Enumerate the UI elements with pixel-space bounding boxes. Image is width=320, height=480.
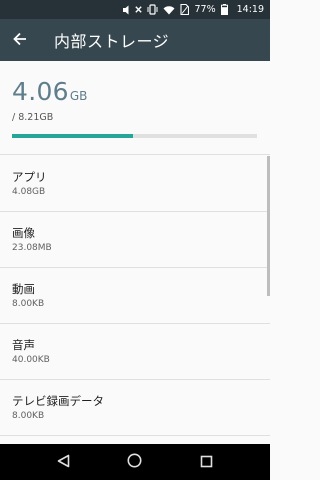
list-item-videos[interactable]: 動画 8.00KB	[0, 268, 270, 324]
close-icon	[135, 6, 143, 13]
list-item-size: 40.00KB	[12, 354, 50, 365]
nav-recents-button[interactable]	[186, 444, 226, 480]
list-item-label: 音声	[12, 337, 35, 352]
storage-summary: 4.06 GB / 8.21GB	[0, 61, 270, 155]
page-title: 内部ストレージ	[54, 32, 170, 51]
list-item-apps[interactable]: アプリ 4.08GB	[0, 156, 270, 212]
status-bar: 77% 14:19	[0, 0, 270, 19]
list-item-size: 8.00KB	[12, 410, 45, 421]
list-item-label: テレビ録画データ	[12, 393, 104, 408]
list-item-label: 動画	[12, 281, 35, 296]
app-bar: 内部ストレージ	[0, 19, 270, 61]
mute-icon	[123, 5, 134, 15]
home-circle-icon	[127, 453, 142, 472]
vibrate-icon	[147, 4, 158, 15]
battery-percent: 77%	[194, 4, 216, 15]
no-sim-icon	[180, 4, 190, 15]
storage-progress-fill	[12, 134, 134, 138]
wifi-icon	[163, 5, 175, 15]
clock: 14:19	[236, 4, 264, 15]
scrollbar[interactable]	[267, 156, 270, 296]
back-button[interactable]	[0, 19, 40, 61]
arrow-left-icon	[13, 31, 27, 50]
back-triangle-icon	[57, 453, 70, 472]
list-item-label: 画像	[12, 225, 35, 240]
total-storage: / 8.21GB	[12, 112, 54, 123]
navigation-bar	[0, 444, 270, 480]
list-item-size: 4.08GB	[12, 186, 46, 197]
list-item-tv-recordings[interactable]: テレビ録画データ 8.00KB	[0, 380, 270, 436]
list-item-size: 8.00KB	[12, 298, 45, 309]
list-item-images[interactable]: 画像 23.08MB	[0, 212, 270, 268]
storage-category-list: アプリ 4.08GB 画像 23.08MB 動画 8.00KB 音声 40.00…	[0, 156, 270, 436]
nav-back-button[interactable]	[44, 444, 84, 480]
used-storage: 4.06 GB	[12, 77, 87, 106]
used-storage-value: 4.06	[12, 77, 69, 106]
list-item-label: アプリ	[12, 169, 47, 184]
list-item-audio[interactable]: 音声 40.00KB	[0, 324, 270, 380]
used-storage-unit: GB	[69, 89, 88, 103]
storage-progress-bar	[12, 134, 257, 138]
battery-icon	[220, 4, 228, 15]
nav-home-button[interactable]	[115, 444, 155, 480]
recents-square-icon	[200, 453, 213, 472]
list-item-size: 23.08MB	[12, 242, 52, 253]
